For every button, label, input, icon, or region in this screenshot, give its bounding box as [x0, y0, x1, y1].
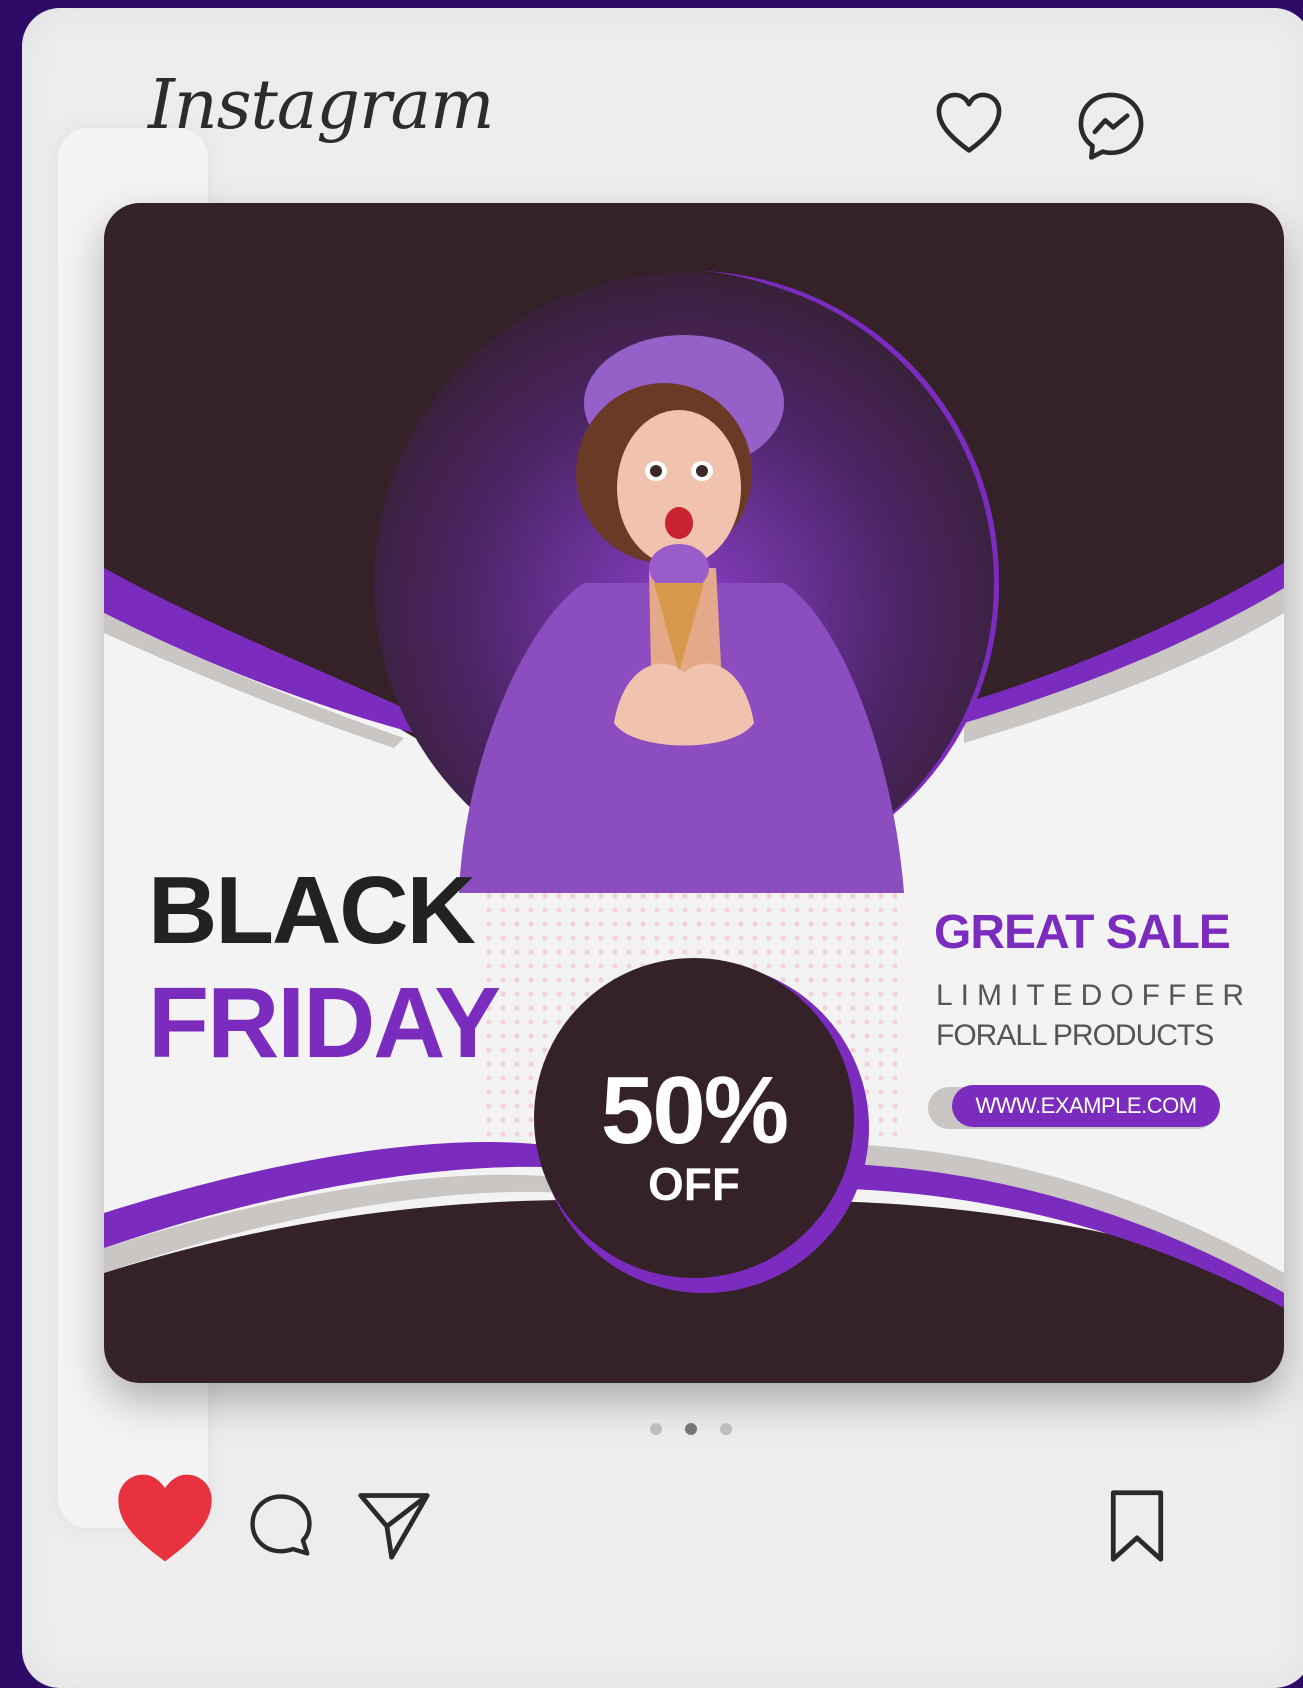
app-logo: Instagram	[148, 66, 494, 145]
share-send-icon[interactable]	[356, 1486, 432, 1562]
carousel-dot[interactable]	[720, 1423, 733, 1435]
headline-friday: FRIDAY	[148, 967, 501, 1079]
promo-title: GREAT SALE	[934, 906, 1231, 959]
messenger-icon[interactable]	[1074, 88, 1148, 162]
discount-percent: 50%	[600, 1057, 789, 1164]
post-image[interactable]: BLACK FRIDAY GREAT SALE LIMITEDOFFER FOR…	[104, 203, 1284, 1383]
bookmark-icon[interactable]	[1102, 1488, 1172, 1564]
top-bar: Instagram	[22, 8, 1303, 198]
carousel-dot[interactable]	[650, 1423, 662, 1435]
instagram-post-card: Instagram BLACK FRIDAY GREAT SALE LIMITE…	[22, 8, 1303, 1688]
comment-icon[interactable]	[246, 1490, 316, 1560]
promo-limited-offer: LIMITEDOFFER	[936, 979, 1253, 1012]
carousel-indicator	[650, 1420, 750, 1439]
carousel-dot-active[interactable]	[685, 1423, 698, 1435]
heart-outline-icon[interactable]	[932, 88, 1006, 162]
promo-all-products: FORALL PRODUCTS	[936, 1019, 1214, 1052]
heart-filled-icon[interactable]	[110, 1468, 220, 1568]
website-pill: WWW.EXAMPLE.COM	[952, 1085, 1220, 1127]
headline-black: BLACK	[148, 857, 476, 964]
discount-off-label: OFF	[648, 1158, 740, 1210]
